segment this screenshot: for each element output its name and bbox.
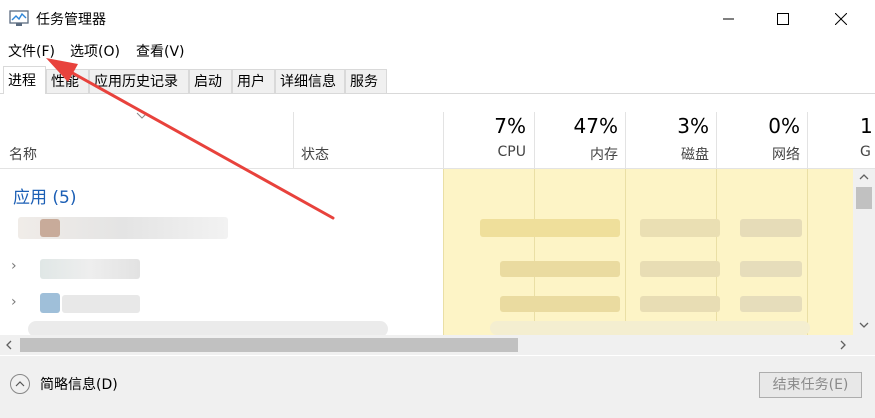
- annotation-arrow-icon: [46, 58, 335, 220]
